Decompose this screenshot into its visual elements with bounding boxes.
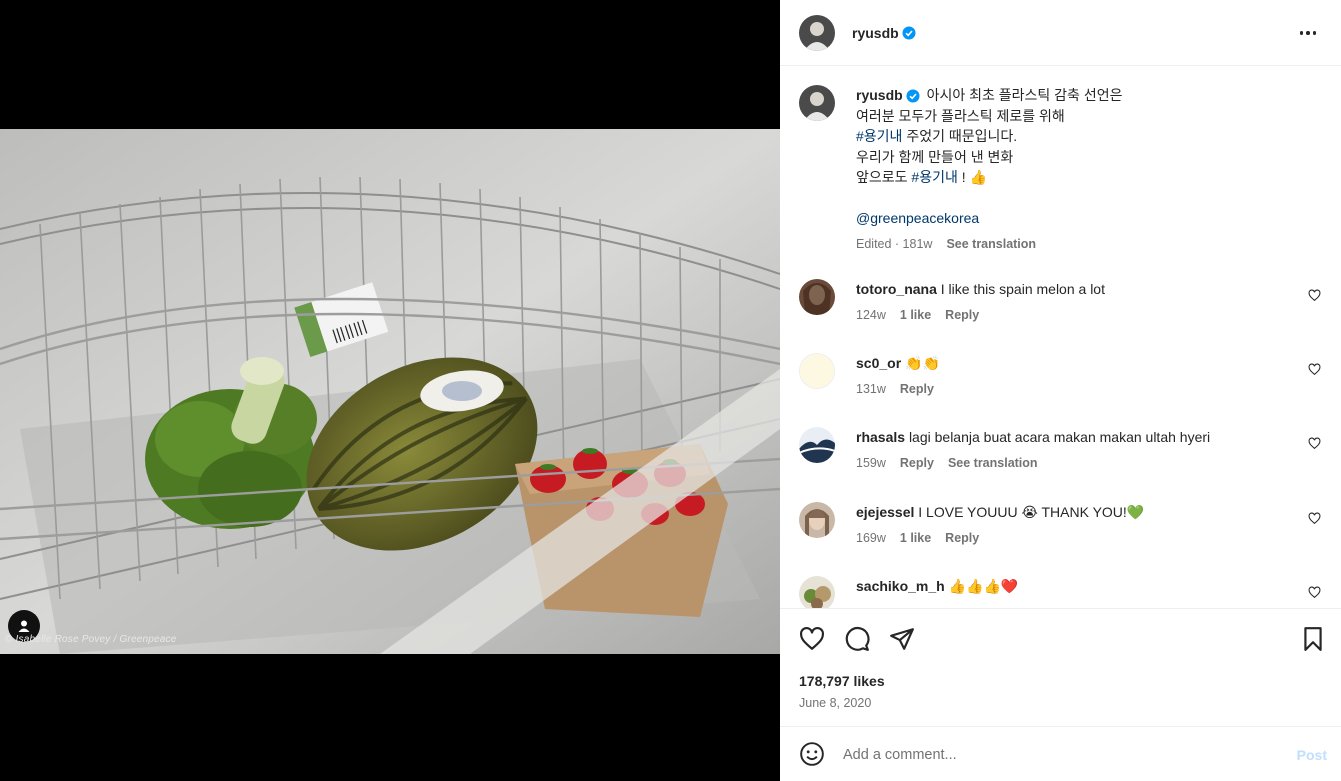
comment-meta: 124w 1 like Reply — [856, 307, 980, 322]
more-options-button[interactable] — [1297, 22, 1319, 44]
verified-badge-icon — [906, 89, 920, 103]
see-translation-link[interactable]: See translation — [948, 456, 1038, 470]
share-paper-plane-icon[interactable] — [889, 626, 915, 652]
caption-line-5: 앞으로도 #용기내 ! 👍 — [856, 169, 987, 185]
caption-username[interactable]: ryusdb — [856, 87, 903, 103]
comment-likes[interactable]: 1 like — [900, 308, 931, 322]
like-heart-icon[interactable] — [799, 626, 825, 652]
comment-body: rhasals lagi belanja buat acara makan ma… — [856, 427, 1296, 473]
caption-body: ryusdb 아시아 최초 플라스틱 감축 선언은 여러분 모두가 플라스틱 제… — [856, 85, 1296, 255]
commenter-avatar[interactable] — [799, 279, 835, 315]
author-username[interactable]: ryusdb — [852, 25, 899, 41]
comment-meta: 131w Reply — [856, 381, 934, 396]
emoji-icon[interactable] — [799, 741, 825, 767]
comment-username[interactable]: sachiko_m_h — [856, 578, 945, 594]
caption-line-3: #용기내 주었기 때문입니다. — [856, 128, 1018, 144]
post-panel: ryusdb ryusdb 아시아 최초 플라스틱 감축 선언은 여러분 모두가… — [780, 0, 1341, 781]
photo-credit: © Isabelle Rose Povey / Greenpeace — [5, 634, 177, 645]
see-translation-link[interactable]: See translation — [946, 237, 1036, 251]
shopping-basket-photo — [0, 129, 780, 654]
comment-username[interactable]: totoro_nana — [856, 281, 937, 297]
comment-text: I like this spain melon a lot — [940, 281, 1105, 297]
caption-author-avatar[interactable] — [799, 85, 835, 121]
comment-text: I LOVE YOUUU 😭 THANK YOU!💚 — [918, 504, 1145, 520]
comments-list[interactable]: ryusdb 아시아 최초 플라스틱 감축 선언은 여러분 모두가 플라스틱 제… — [780, 67, 1341, 608]
like-comment-icon[interactable] — [1308, 289, 1321, 302]
more-dots-icon — [1299, 31, 1304, 35]
reply-button[interactable]: Reply — [945, 531, 979, 545]
caption-line-2: 여러분 모두가 플라스틱 제로를 위해 — [856, 107, 1065, 124]
commenter-avatar[interactable] — [799, 502, 835, 538]
comment-composer: Post — [780, 726, 1341, 781]
comment-body: sc0_or 👏👏 131w Reply — [856, 353, 1296, 399]
verified-badge-icon — [902, 26, 916, 39]
comment-username[interactable]: sc0_or — [856, 355, 901, 371]
post-actions: 178,797 likes June 8, 2020 — [780, 608, 1341, 726]
author-avatar-image — [799, 14, 835, 51]
comment-username[interactable]: rhasals — [856, 429, 905, 445]
comment-body: ejejessel I LOVE YOUUU 😭 THANK YOU!💚 169… — [856, 502, 1296, 548]
post-media: © Isabelle Rose Povey / Greenpeace — [0, 0, 780, 781]
comment-likes[interactable]: 1 like — [900, 531, 931, 545]
like-comment-icon[interactable] — [1308, 586, 1321, 599]
person-icon — [18, 620, 30, 632]
reply-button[interactable]: Reply — [900, 456, 934, 470]
caption-meta: Edited · 181w See translation — [856, 234, 1296, 255]
comment-text: lagi belanja buat acara makan makan ulta… — [908, 429, 1211, 445]
comment-body: totoro_nana I like this spain melon a lo… — [856, 279, 1296, 325]
reply-button[interactable]: Reply — [900, 382, 934, 396]
comment-text: 👍👍👍❤️ — [948, 578, 1019, 594]
caption-edited-time: Edited · 181w — [856, 237, 933, 251]
like-comment-icon[interactable] — [1308, 512, 1321, 525]
hashtag-link[interactable]: #용기내 — [856, 128, 902, 144]
caption-line-4: 우리가 함께 만들어 낸 변화 — [856, 148, 1014, 165]
post-photo[interactable] — [0, 129, 780, 654]
likes-count[interactable]: 178,797 likes — [799, 673, 885, 689]
caption-line-1: 아시아 최초 플라스틱 감축 선언은 — [926, 87, 1123, 103]
post-header: ryusdb — [780, 0, 1341, 66]
comment-meta: 169w 1 like Reply — [856, 530, 980, 545]
reply-button[interactable]: Reply — [945, 308, 979, 322]
comment-bubble-icon[interactable] — [844, 626, 870, 652]
comment-text: 👏👏 — [905, 355, 940, 371]
post-comment-button[interactable]: Post — [1297, 747, 1327, 763]
hashtag-link[interactable]: #용기내 — [911, 169, 957, 185]
like-comment-icon[interactable] — [1308, 437, 1321, 450]
comment-username[interactable]: ejejessel — [856, 504, 914, 520]
mention-link[interactable]: @greenpeacekorea — [856, 208, 1296, 229]
like-comment-icon[interactable] — [1308, 363, 1321, 376]
commenter-avatar[interactable] — [799, 576, 835, 608]
comment-input[interactable] — [843, 744, 1263, 766]
author-avatar[interactable] — [799, 14, 835, 51]
commenter-avatar[interactable] — [799, 353, 835, 389]
comment-body: sachiko_m_h 👍👍👍❤️ — [856, 576, 1296, 597]
comment-meta: 159w Reply See translation — [856, 455, 1038, 470]
post-date: June 8, 2020 — [799, 696, 872, 710]
save-bookmark-icon[interactable] — [1300, 626, 1326, 652]
commenter-avatar[interactable] — [799, 427, 835, 463]
